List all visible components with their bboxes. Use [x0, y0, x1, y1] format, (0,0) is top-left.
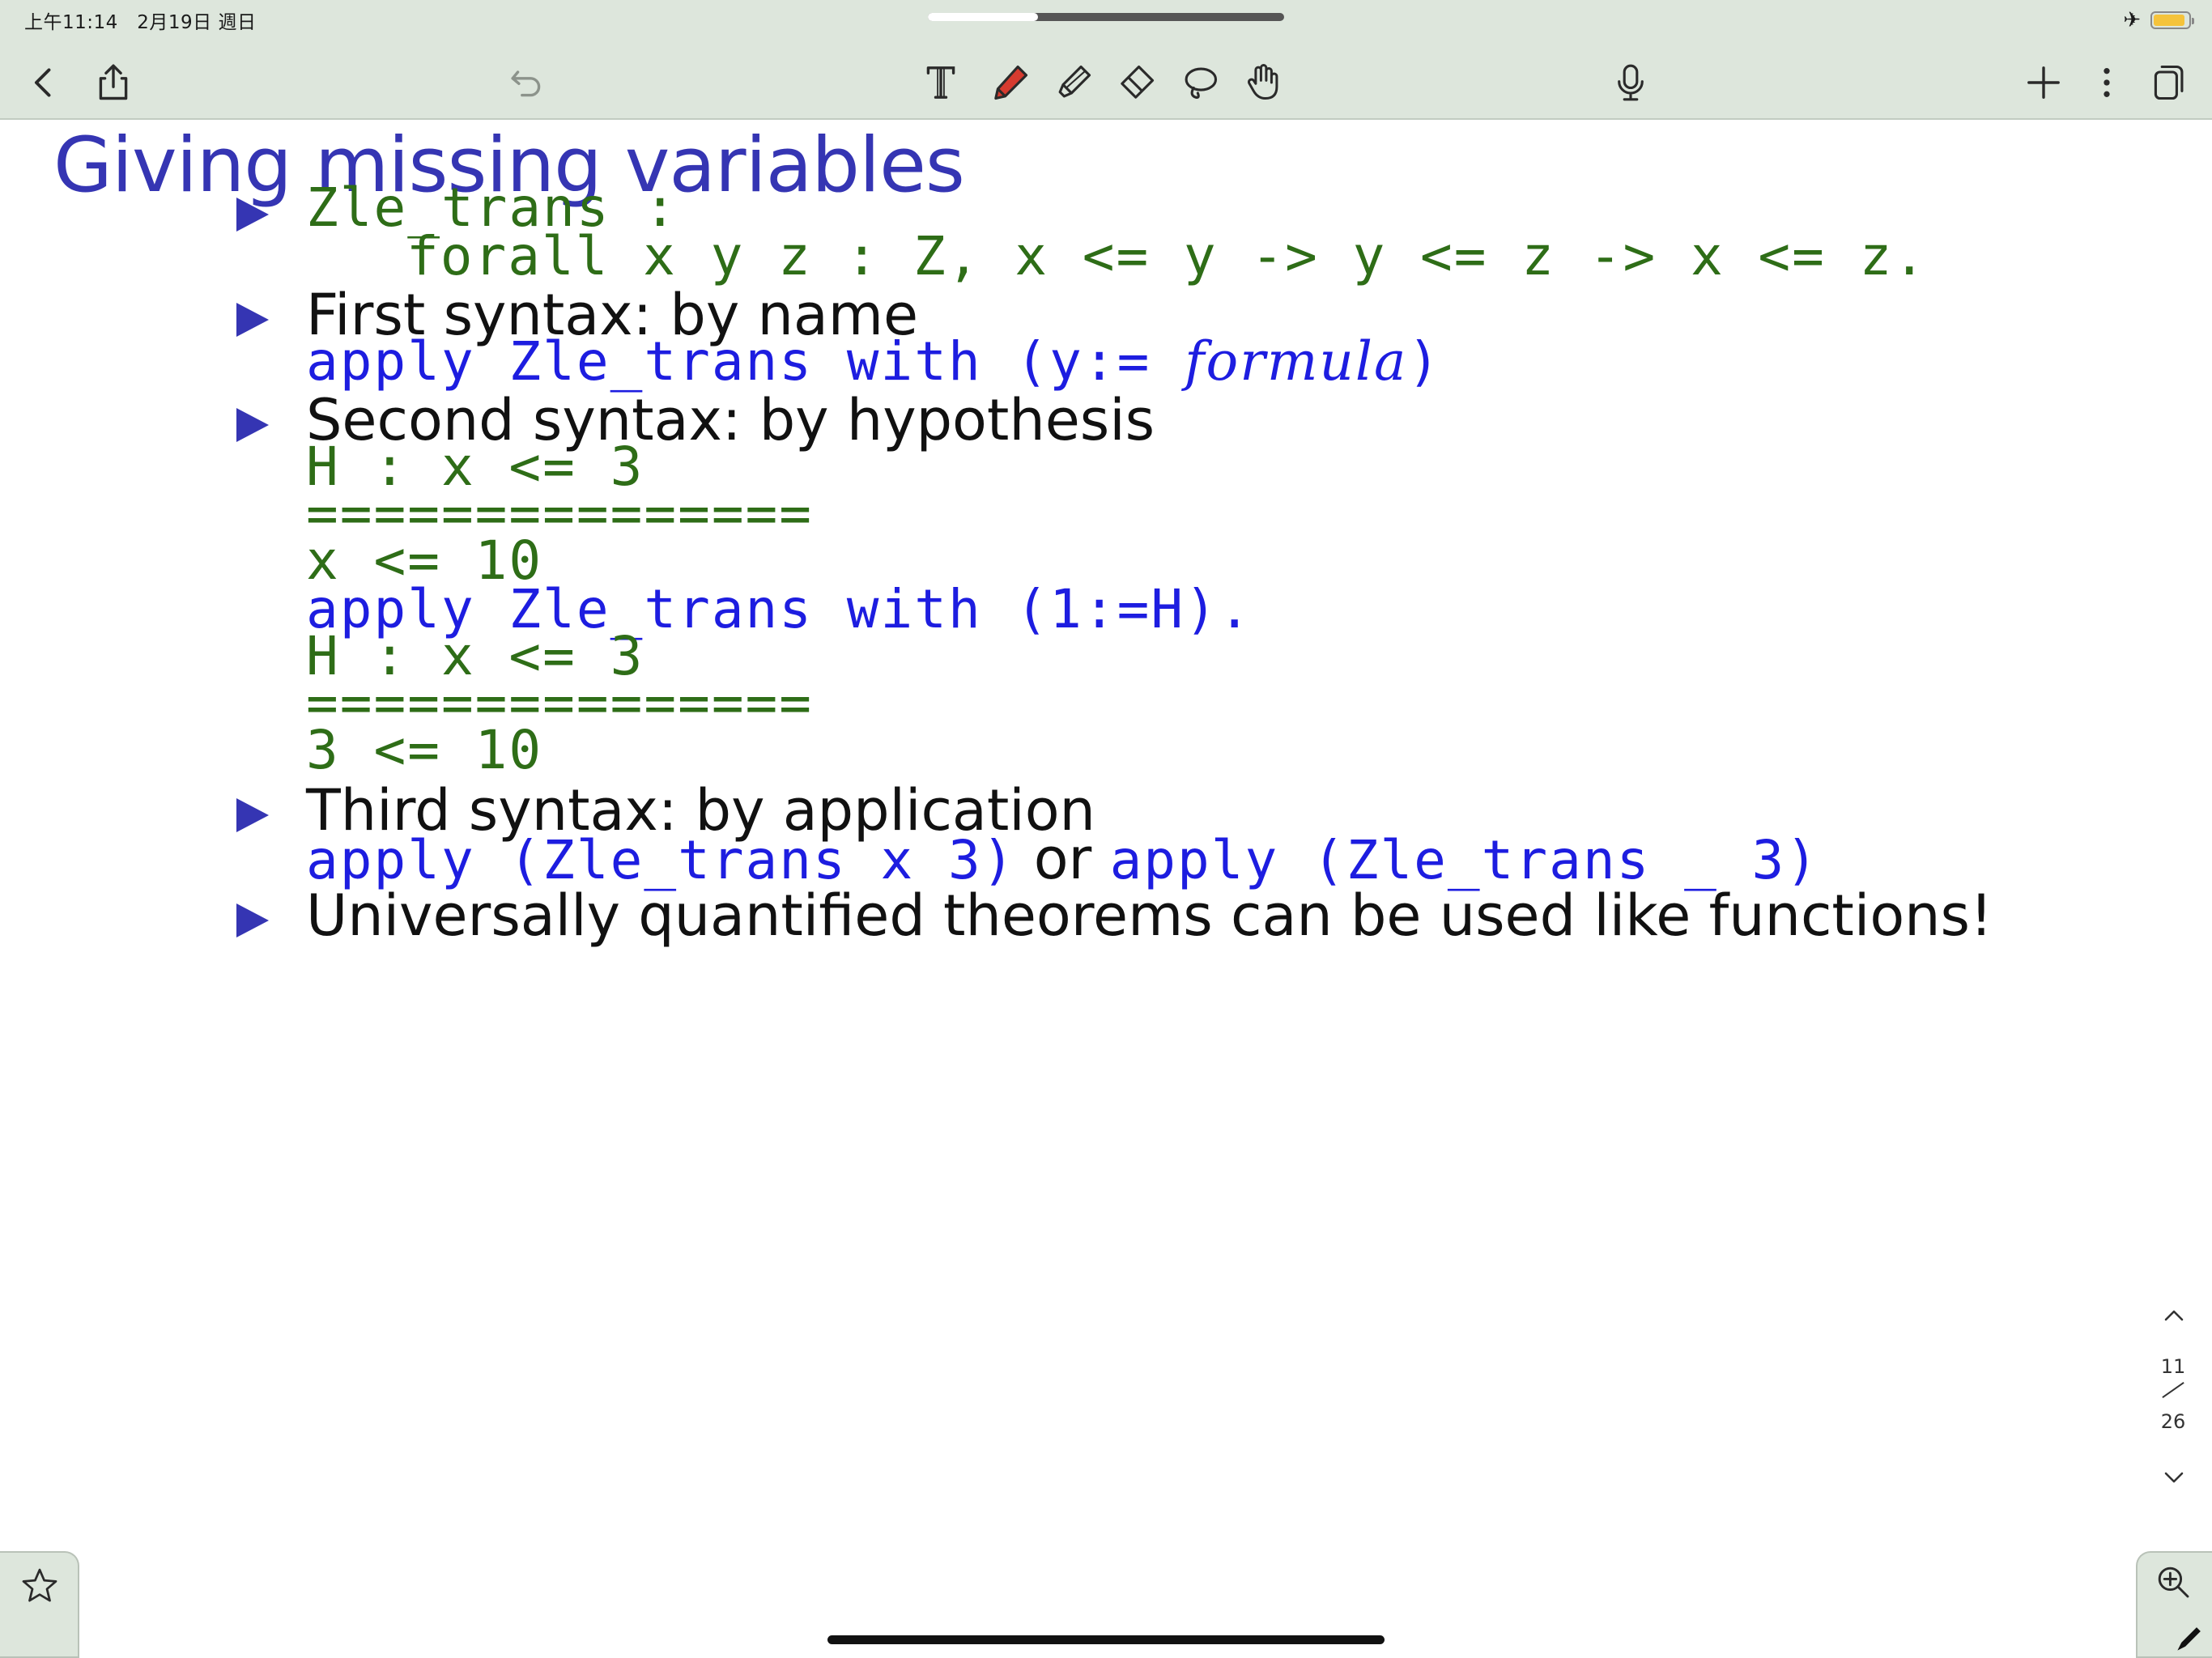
text-segment: formula: [1185, 330, 1408, 393]
add-page-button[interactable]: [2019, 58, 2068, 107]
status-indicators: ✈: [2123, 6, 2194, 34]
chevron-up-icon: [2164, 1310, 2184, 1321]
battery-icon: [2150, 11, 2194, 29]
current-page-number: 11: [2160, 1355, 2186, 1378]
text-segment: 3 <= 10: [306, 719, 543, 781]
text-segment: forall x y z : Z, x <= y -> y <= z -> x …: [406, 225, 1928, 287]
back-button[interactable]: [19, 58, 68, 107]
zoom-panel: [2136, 1551, 2212, 1658]
chevron-down-icon: [2164, 1472, 2184, 1483]
text-tool-icon: [926, 66, 955, 99]
highlighter-icon: [1058, 65, 1091, 98]
highlighter-tool-button[interactable]: [1049, 58, 1098, 107]
document-scrubber[interactable]: [928, 13, 1284, 21]
airplane-mode-icon: ✈: [2123, 8, 2141, 32]
page-separator: [2162, 1382, 2184, 1398]
eraser-icon: [1121, 65, 1155, 99]
hand-tool-button[interactable]: [1239, 58, 1287, 107]
lasso-tool-button[interactable]: [1176, 58, 1224, 107]
undo-icon: [511, 70, 541, 97]
scrubber-progress: [928, 13, 1039, 21]
star-icon: [22, 1568, 57, 1602]
more-icon: [2104, 68, 2110, 97]
chevron-left-icon: [34, 68, 51, 97]
bullet-line: apply (Zle_trans x 3) or apply (Zle_tran…: [306, 831, 1819, 887]
plus-icon: [2027, 66, 2060, 99]
bullet-marker: [236, 408, 269, 442]
total-page-count: 26: [2160, 1410, 2186, 1433]
pages-icon: [2154, 65, 2184, 100]
next-page-button[interactable]: [2160, 1464, 2188, 1491]
favorite-button[interactable]: [0, 1551, 79, 1658]
bullet-line: forall x y z : Z, x <= y -> y <= z -> x …: [406, 230, 1927, 283]
pen-tool-button[interactable]: [986, 58, 1035, 107]
undo-button[interactable]: [502, 58, 551, 107]
pencil-icon[interactable]: [2175, 1624, 2204, 1653]
text-tool-button[interactable]: [917, 58, 965, 107]
eraser-tool-button[interactable]: [1112, 58, 1161, 107]
bullet-marker: [236, 303, 269, 337]
lasso-icon: [1185, 67, 1218, 99]
bullet-line: 3 <= 10: [306, 724, 542, 777]
more-button[interactable]: [2082, 58, 2131, 107]
microphone-icon: [1618, 64, 1644, 101]
text-segment: Universally quantified theorems can be u…: [306, 882, 1993, 949]
bullet-line: apply Zle_trans with (y:= formula): [306, 335, 1441, 389]
bullet-marker: [236, 903, 269, 937]
microphone-button[interactable]: [1606, 58, 1655, 107]
share-icon: [99, 64, 128, 100]
text-segment: apply Zle_trans with (y:=: [306, 330, 1185, 393]
share-button[interactable]: [89, 58, 138, 107]
home-indicator: [827, 1635, 1385, 1644]
bullet-line: Universally quantified theorems can be u…: [306, 887, 1993, 944]
status-time-date: 上午11:14 2月19日 週日: [24, 12, 257, 33]
bullet-marker: [236, 798, 269, 832]
text-segment: ): [1407, 330, 1442, 393]
pen-icon: [994, 65, 1028, 100]
hand-icon: [1248, 64, 1278, 100]
top-toolbar: 上午11:14 2月19日 週日 ✈: [0, 0, 2212, 120]
zoom-in-icon[interactable]: [2154, 1562, 2193, 1601]
pages-button[interactable]: [2144, 58, 2193, 107]
previous-page-button[interactable]: [2160, 1302, 2188, 1329]
bullet-marker: [236, 198, 269, 232]
